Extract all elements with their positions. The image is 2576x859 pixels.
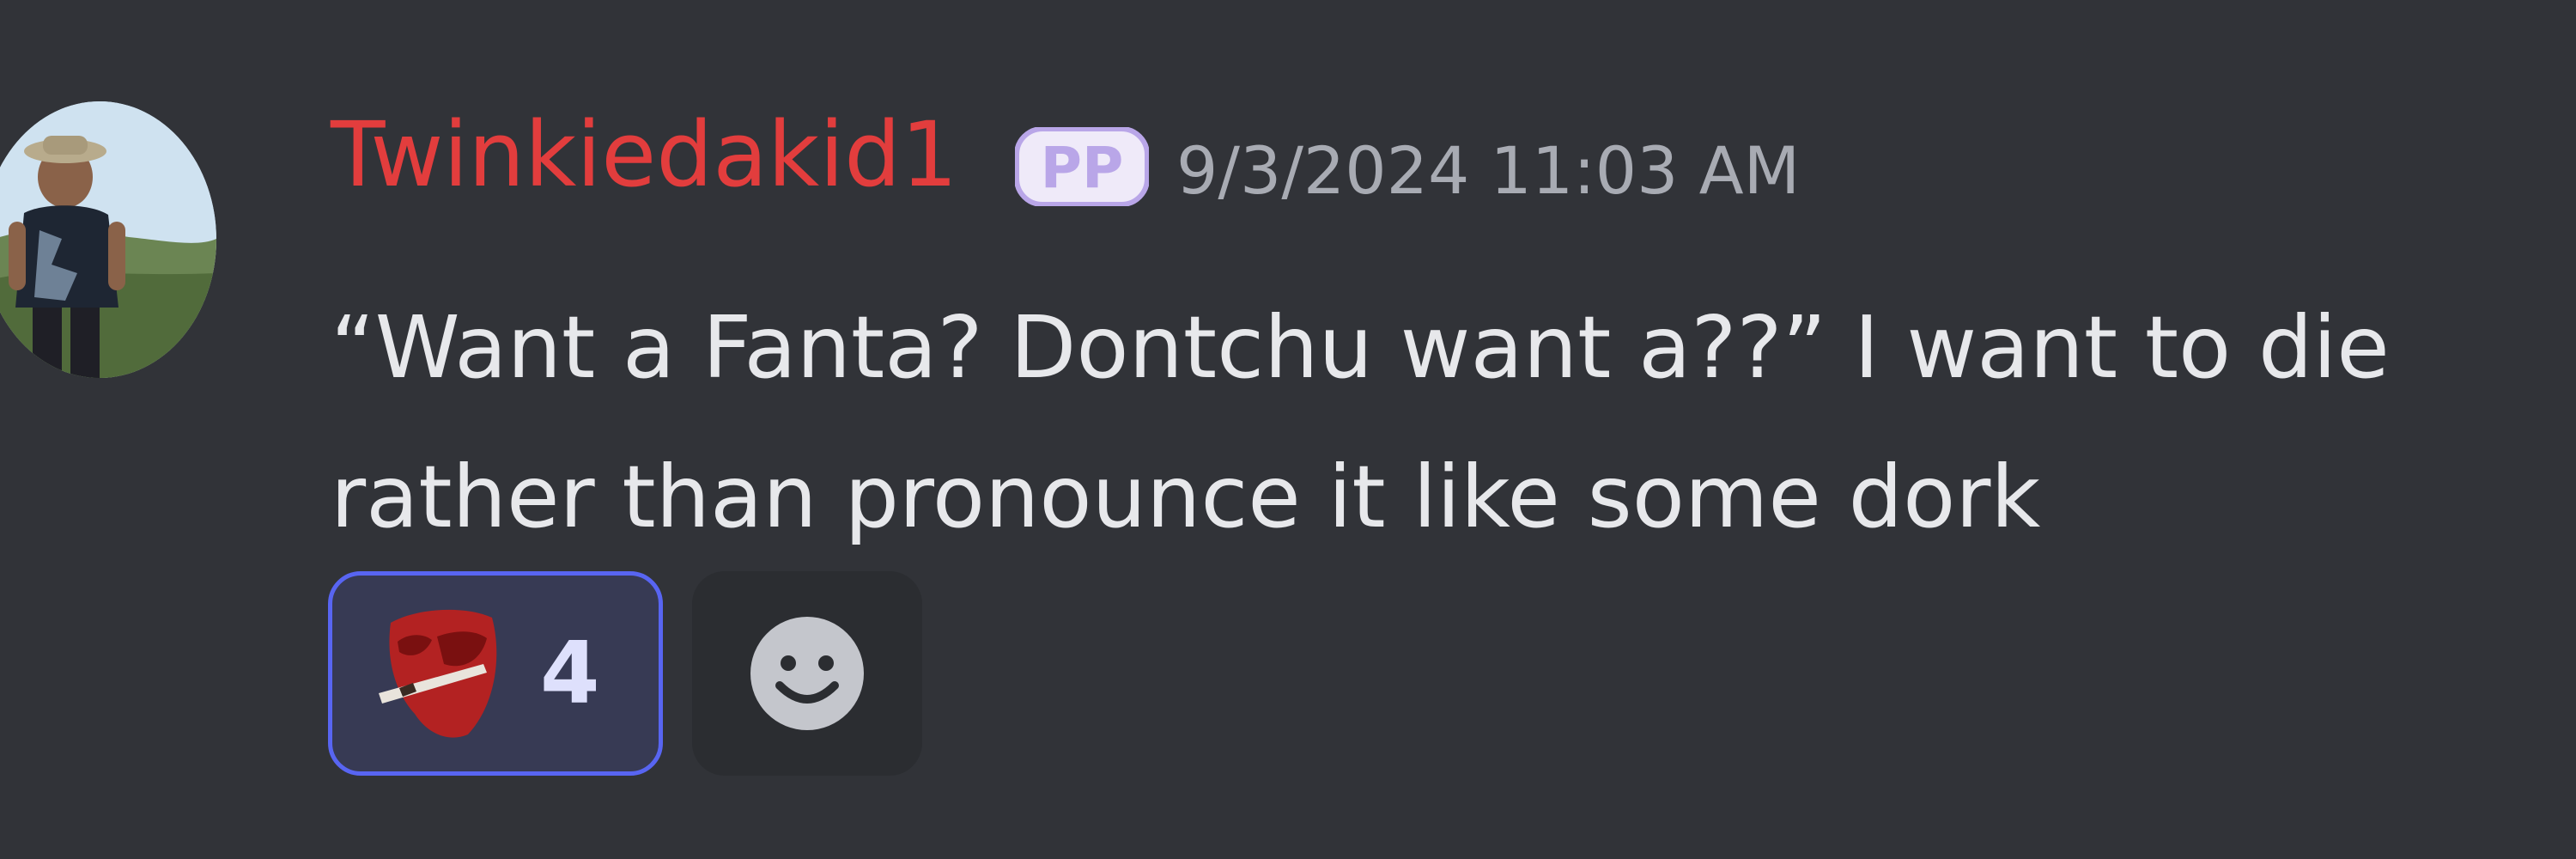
message-content: “Want a Fanta? Dontchu want a??” I want … bbox=[331, 273, 2529, 572]
tag-badge-text: PP bbox=[1041, 135, 1124, 201]
add-reaction-button[interactable] bbox=[692, 571, 922, 776]
reaction-button[interactable]: 4 bbox=[328, 571, 663, 776]
message-line: rather than pronounce it like some dork bbox=[331, 447, 2041, 547]
timestamp[interactable]: 9/3/2024 11:03 AM bbox=[1176, 138, 1800, 204]
avatar-photo bbox=[0, 101, 216, 378]
red-mask-emoji-icon bbox=[379, 609, 497, 738]
message-line: “Want a Fanta? Dontchu want a??” I want … bbox=[331, 297, 2390, 398]
reaction-count: 4 bbox=[540, 623, 600, 723]
smiley-icon bbox=[750, 617, 864, 730]
avatar[interactable] bbox=[0, 101, 216, 378]
chat-message: Twinkiedakid1 PP 9/3/2024 11:03 AM “Want… bbox=[0, 0, 2576, 859]
username[interactable]: Twinkiedakid1 bbox=[331, 110, 957, 199]
tag-badge-icon[interactable]: PP bbox=[1015, 127, 1149, 206]
reactions-bar: 4 bbox=[328, 571, 922, 776]
